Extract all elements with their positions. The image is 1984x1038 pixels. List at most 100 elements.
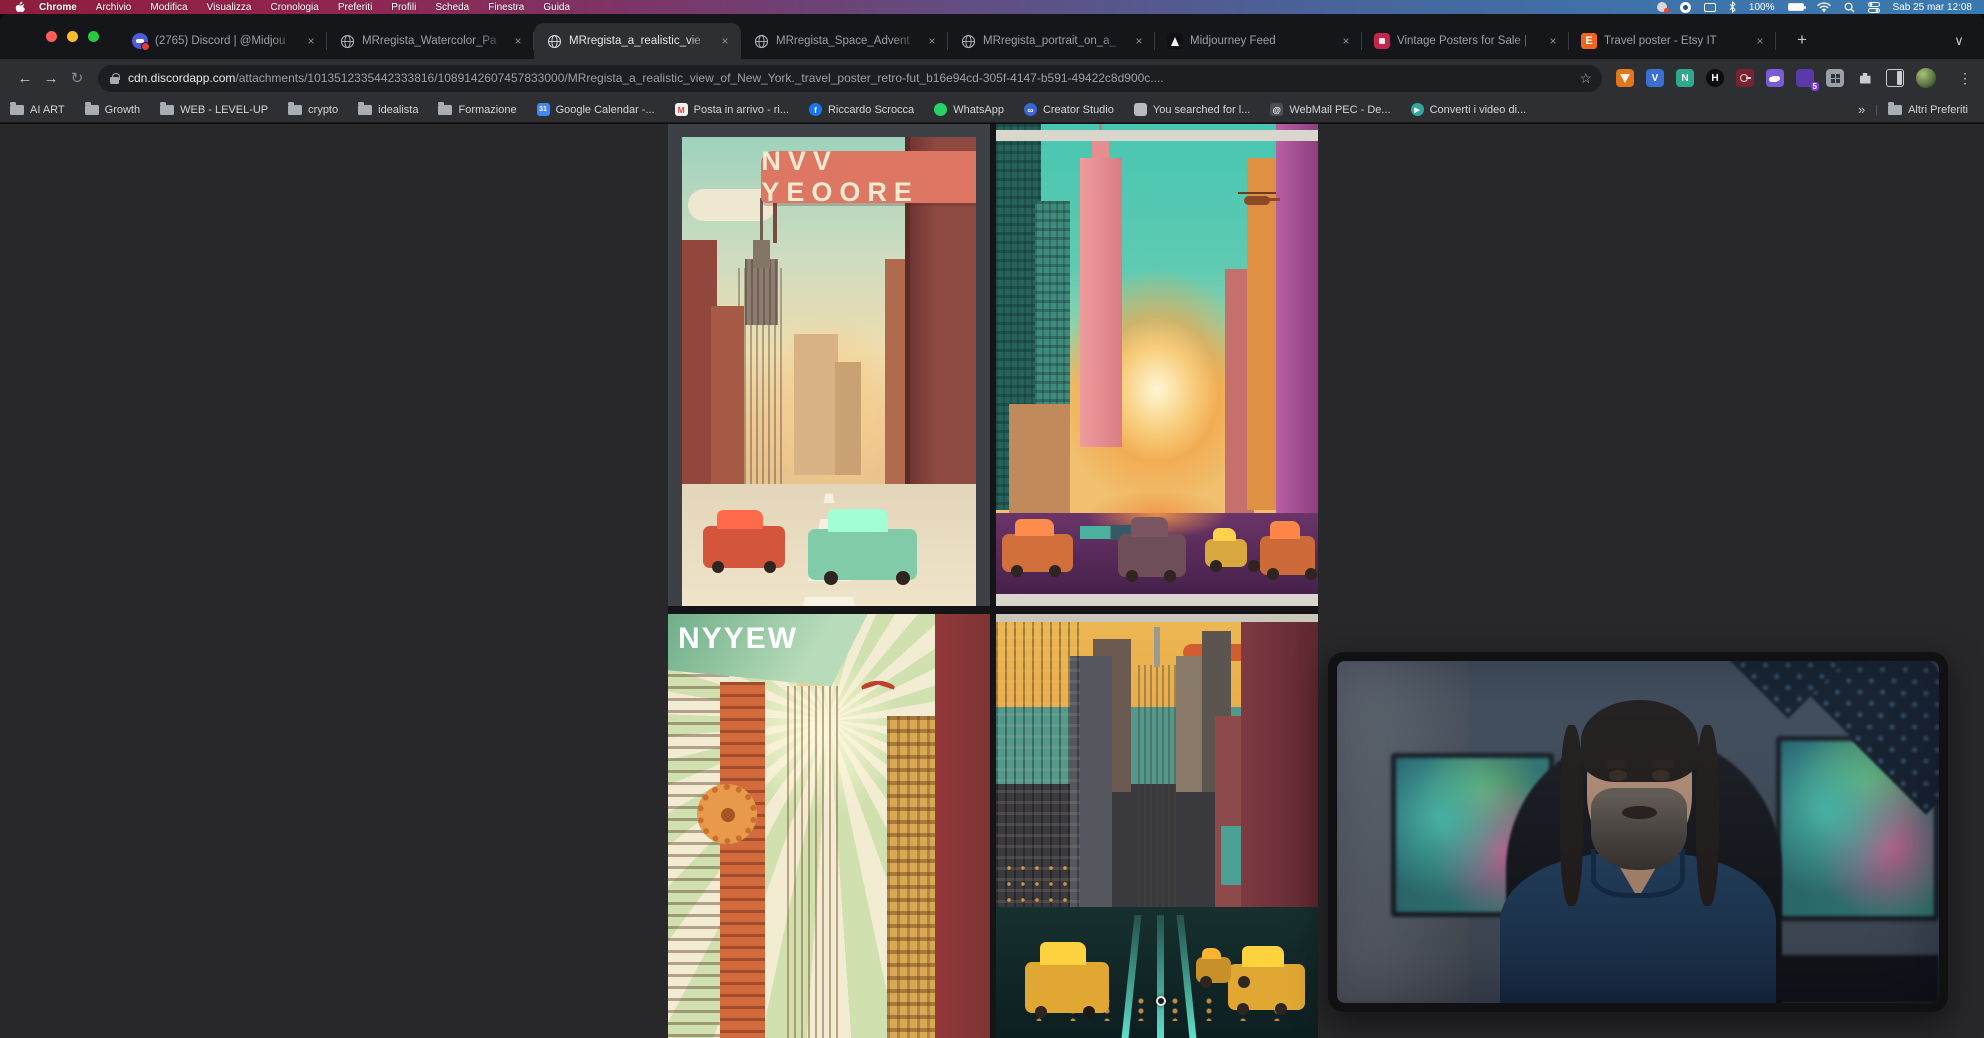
tab-close-icon[interactable]: ×	[924, 34, 940, 48]
menu-item-guida[interactable]: Guida	[543, 2, 570, 13]
extensions-bar: V N H 5 ⋮	[1616, 68, 1972, 88]
page-content: NVV YEOORE	[0, 124, 1984, 1038]
bookmark-idealista[interactable]: idealista	[358, 104, 418, 116]
yellow-taxi	[1196, 957, 1231, 982]
bookmark-ai-art[interactable]: AI ART	[10, 104, 65, 116]
image-border	[996, 614, 1318, 622]
profile-avatar[interactable]	[1916, 68, 1936, 88]
bookmarks-overflow-icon[interactable]: »	[1858, 102, 1865, 117]
blue-wallet-extension-icon[interactable]: V	[1646, 69, 1664, 87]
bookmark-you-searched[interactable]: You searched for l...	[1134, 103, 1250, 116]
bookmark-star-icon[interactable]: ☆	[1579, 70, 1592, 87]
bookmark-google-calendar[interactable]: 31Google Calendar -...	[537, 103, 655, 116]
wifi-icon[interactable]	[1817, 1, 1831, 13]
bookmark-crypto[interactable]: crypto	[288, 104, 338, 116]
tab-close-icon[interactable]: ×	[303, 34, 319, 48]
url-domain: cdn.discordapp.com	[128, 71, 235, 85]
tab-close-icon[interactable]: ×	[1752, 34, 1768, 48]
menu-item-cronologia[interactable]: Cronologia	[270, 2, 318, 13]
tab-space-adventure[interactable]: MRregista_Space_Advent ×	[741, 23, 948, 59]
globe-favicon	[960, 33, 976, 49]
empire-state-building	[1080, 158, 1122, 447]
bluetooth-icon[interactable]	[1729, 1, 1736, 13]
extensions-puzzle-icon[interactable]	[1856, 69, 1874, 87]
green-n-extension-icon[interactable]: N	[1676, 69, 1694, 87]
chrome-menu-icon[interactable]: ⋮	[1958, 70, 1972, 87]
menu-item-preferiti[interactable]: Preferiti	[338, 2, 372, 13]
screen-recording-icon[interactable]	[1657, 2, 1667, 12]
bookmark-facebook[interactable]: fRiccardo Scrocca	[809, 103, 914, 116]
bookmark-label: Creator Studio	[1043, 104, 1114, 116]
poster-title-banner: NVV YEOORE	[761, 151, 976, 203]
bookmark-formazione[interactable]: Formazione	[438, 104, 516, 116]
bookmark-web-level-up[interactable]: WEB - LEVEL-UP	[160, 104, 268, 116]
control-center-icon[interactable]	[1868, 1, 1880, 13]
poster-top-right	[996, 124, 1318, 606]
yellow-taxi	[1205, 539, 1247, 568]
address-bar[interactable]: cdn.discordapp.com/attachments/101351233…	[98, 65, 1602, 92]
sidebar-toggle-icon[interactable]	[1886, 69, 1904, 87]
apple-icon[interactable]	[14, 1, 25, 13]
bookmark-growth[interactable]: Growth	[85, 104, 140, 116]
menu-item-profili[interactable]: Profili	[391, 2, 416, 13]
spotlight-icon[interactable]	[1844, 1, 1855, 13]
dark-sedan	[1118, 534, 1186, 577]
other-bookmarks[interactable]: Altri Preferiti	[1888, 104, 1968, 116]
menu-item-scheda[interactable]: Scheda	[435, 2, 469, 13]
harpa-extension-icon[interactable]: H	[1706, 69, 1724, 87]
tab-portrait[interactable]: MRregista_portrait_on_a_ ×	[948, 23, 1155, 59]
midjourney-grid-image[interactable]: NVV YEOORE	[668, 124, 1318, 1038]
building	[1009, 404, 1070, 520]
tab-title: MRregista_portrait_on_a_	[983, 35, 1127, 47]
url-text: cdn.discordapp.com/attachments/101351233…	[128, 71, 1571, 85]
menu-item-visualizza[interactable]: Visualizza	[207, 2, 252, 13]
bookmark-whatsapp[interactable]: WhatsApp	[934, 103, 1004, 116]
mouse-cursor	[1156, 996, 1166, 1006]
forward-button[interactable]: →	[38, 65, 64, 91]
minimize-window-button[interactable]	[67, 31, 78, 42]
bookmark-gmail[interactable]: MPosta in arrivo - ri...	[675, 103, 789, 116]
close-window-button[interactable]	[46, 31, 57, 42]
empire-state-building	[787, 686, 842, 1038]
macos-menu-bar: Chrome Archivio Modifica Visualizza Cron…	[0, 0, 1984, 14]
yellow-taxi	[1025, 962, 1109, 1013]
onedrive-icon[interactable]	[1680, 2, 1691, 13]
empire-state-top	[753, 240, 771, 268]
reload-button[interactable]: ↻	[64, 65, 90, 91]
tab-discord[interactable]: (2765) Discord | @Midjou ×	[120, 23, 327, 59]
lock-icon[interactable]	[110, 73, 119, 84]
grid-extension-icon[interactable]	[1826, 69, 1844, 87]
url-path: /attachments/1013512335442333816/1089142…	[235, 71, 1163, 85]
globe-favicon	[753, 33, 769, 49]
tab-close-icon[interactable]: ×	[510, 34, 526, 48]
cloud-extension-icon[interactable]	[1766, 69, 1784, 87]
zoom-window-button[interactable]	[88, 31, 99, 42]
tab-close-icon[interactable]: ×	[717, 34, 733, 48]
display-icon[interactable]	[1704, 3, 1716, 12]
bookmark-label: Riccardo Scrocca	[828, 104, 914, 116]
back-button[interactable]: ←	[12, 65, 38, 91]
menu-item-finestra[interactable]: Finestra	[488, 2, 524, 13]
tab-vintage-posters[interactable]: Vintage Posters for Sale | ×	[1362, 23, 1569, 59]
tab-close-icon[interactable]: ×	[1545, 34, 1561, 48]
menu-clock[interactable]: Sab 25 mar 12:08	[1893, 2, 1973, 13]
new-tab-button[interactable]: +	[1790, 28, 1814, 52]
menu-item-modifica[interactable]: Modifica	[150, 2, 187, 13]
bookmark-creator-studio[interactable]: ∞Creator Studio	[1024, 103, 1114, 116]
tab-realistic-view-active[interactable]: MRregista_a_realistic_vie ×	[534, 23, 741, 59]
metamask-extension-icon[interactable]	[1616, 69, 1634, 87]
bookmark-webmail-pec[interactable]: @WebMail PEC - De...	[1270, 103, 1390, 116]
folder-icon	[10, 105, 24, 115]
gear-ornament	[697, 784, 757, 844]
search-tabs-chevron-icon[interactable]: ∨	[1948, 30, 1970, 52]
bookmark-converti-video[interactable]: ▶Converti i video di...	[1411, 103, 1527, 116]
password-key-extension-icon[interactable]	[1736, 69, 1754, 87]
tab-watercolor[interactable]: MRregista_Watercolor_Pa ×	[327, 23, 534, 59]
tab-midjourney-feed[interactable]: Midjourney Feed ×	[1155, 23, 1362, 59]
tab-close-icon[interactable]: ×	[1131, 34, 1147, 48]
tab-close-icon[interactable]: ×	[1338, 34, 1354, 48]
purple-extension-icon[interactable]: 5	[1796, 69, 1814, 87]
tab-etsy[interactable]: E Travel poster - Etsy IT ×	[1569, 23, 1776, 59]
menu-item-chrome[interactable]: Chrome	[39, 2, 77, 13]
menu-item-archivio[interactable]: Archivio	[96, 2, 132, 13]
